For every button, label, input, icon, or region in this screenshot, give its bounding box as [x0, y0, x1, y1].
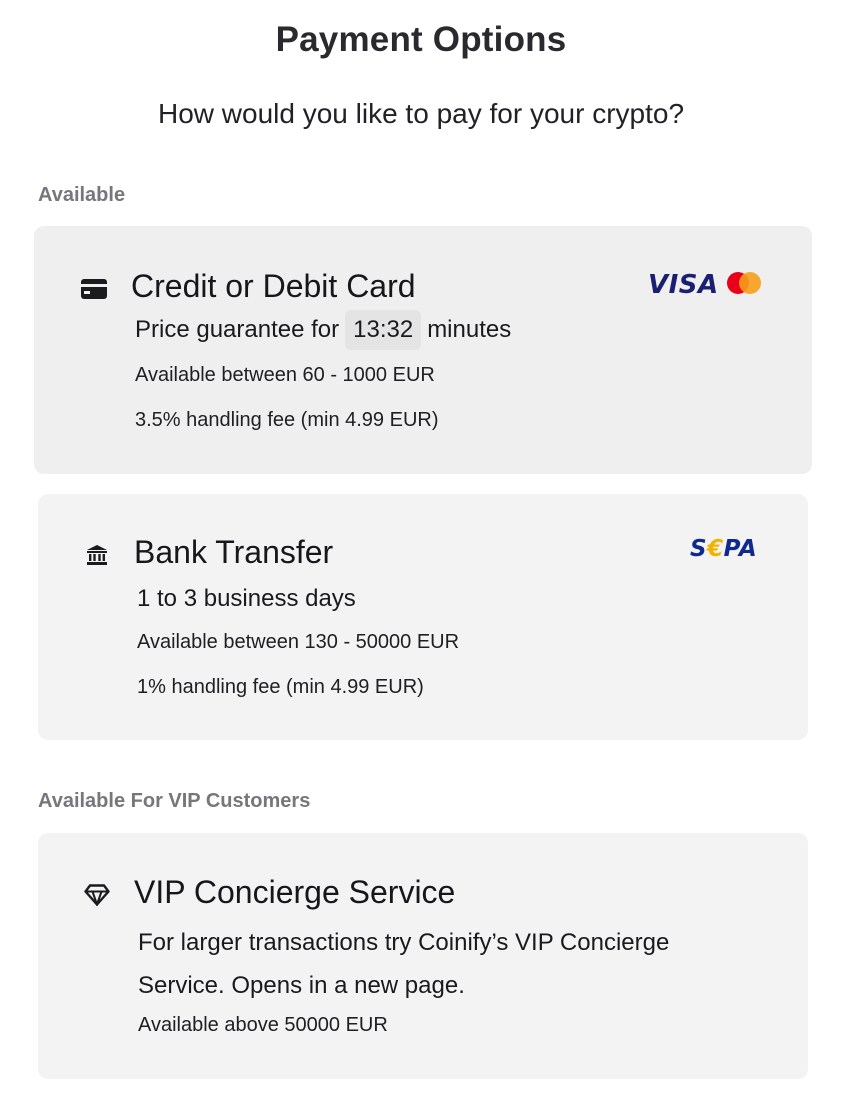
vip-option-title: VIP Concierge Service	[134, 874, 456, 910]
sepa-logo: S€PA	[690, 536, 757, 562]
bank-amount-range: Available between 130 - 50000 EUR	[137, 631, 460, 653]
payment-option-vip-concierge[interactable]: VIP Concierge Service For larger transac…	[38, 833, 808, 1079]
sepa-logo-euro: €	[707, 536, 724, 562]
bank-duration: 1 to 3 business days	[137, 585, 356, 612]
price-guarantee: Price guarantee for 13:32 minutes	[135, 310, 511, 350]
card-handling-fee: 3.5% handling fee (min 4.99 EUR)	[135, 409, 439, 431]
bank-handling-fee: 1% handling fee (min 4.99 EUR)	[137, 676, 424, 698]
sepa-logo-pa: PA	[723, 536, 758, 562]
credit-card-icon	[81, 279, 107, 299]
visa-logo: VISA	[648, 270, 719, 300]
card-amount-range: Available between 60 - 1000 EUR	[135, 364, 435, 386]
card-option-title: Credit or Debit Card	[131, 268, 416, 304]
diamond-icon	[84, 884, 110, 906]
payment-option-bank-transfer[interactable]: Bank Transfer S€PA 1 to 3 business days …	[38, 494, 808, 740]
vip-amount-range: Available above 50000 EUR	[138, 1014, 388, 1036]
page-title: Payment Options	[275, 20, 567, 59]
section-label-available: Available	[38, 184, 126, 206]
bank-option-title: Bank Transfer	[134, 534, 334, 570]
sepa-logo-s: S	[690, 536, 708, 562]
mastercard-logo	[727, 272, 761, 294]
price-guarantee-timer: 13:32	[345, 310, 422, 350]
vip-description: For larger transactions try Coinify’s VI…	[138, 929, 670, 999]
bank-icon	[87, 545, 107, 565]
price-guarantee-prefix: Price guarantee for	[135, 316, 340, 343]
payment-option-credit-card[interactable]: Credit or Debit Card VISA Price guarante…	[34, 226, 812, 474]
price-guarantee-suffix: minutes	[427, 316, 512, 343]
section-label-vip: Available For VIP Customers	[38, 790, 311, 812]
page-subtitle: How would you like to pay for your crypt…	[157, 98, 685, 129]
